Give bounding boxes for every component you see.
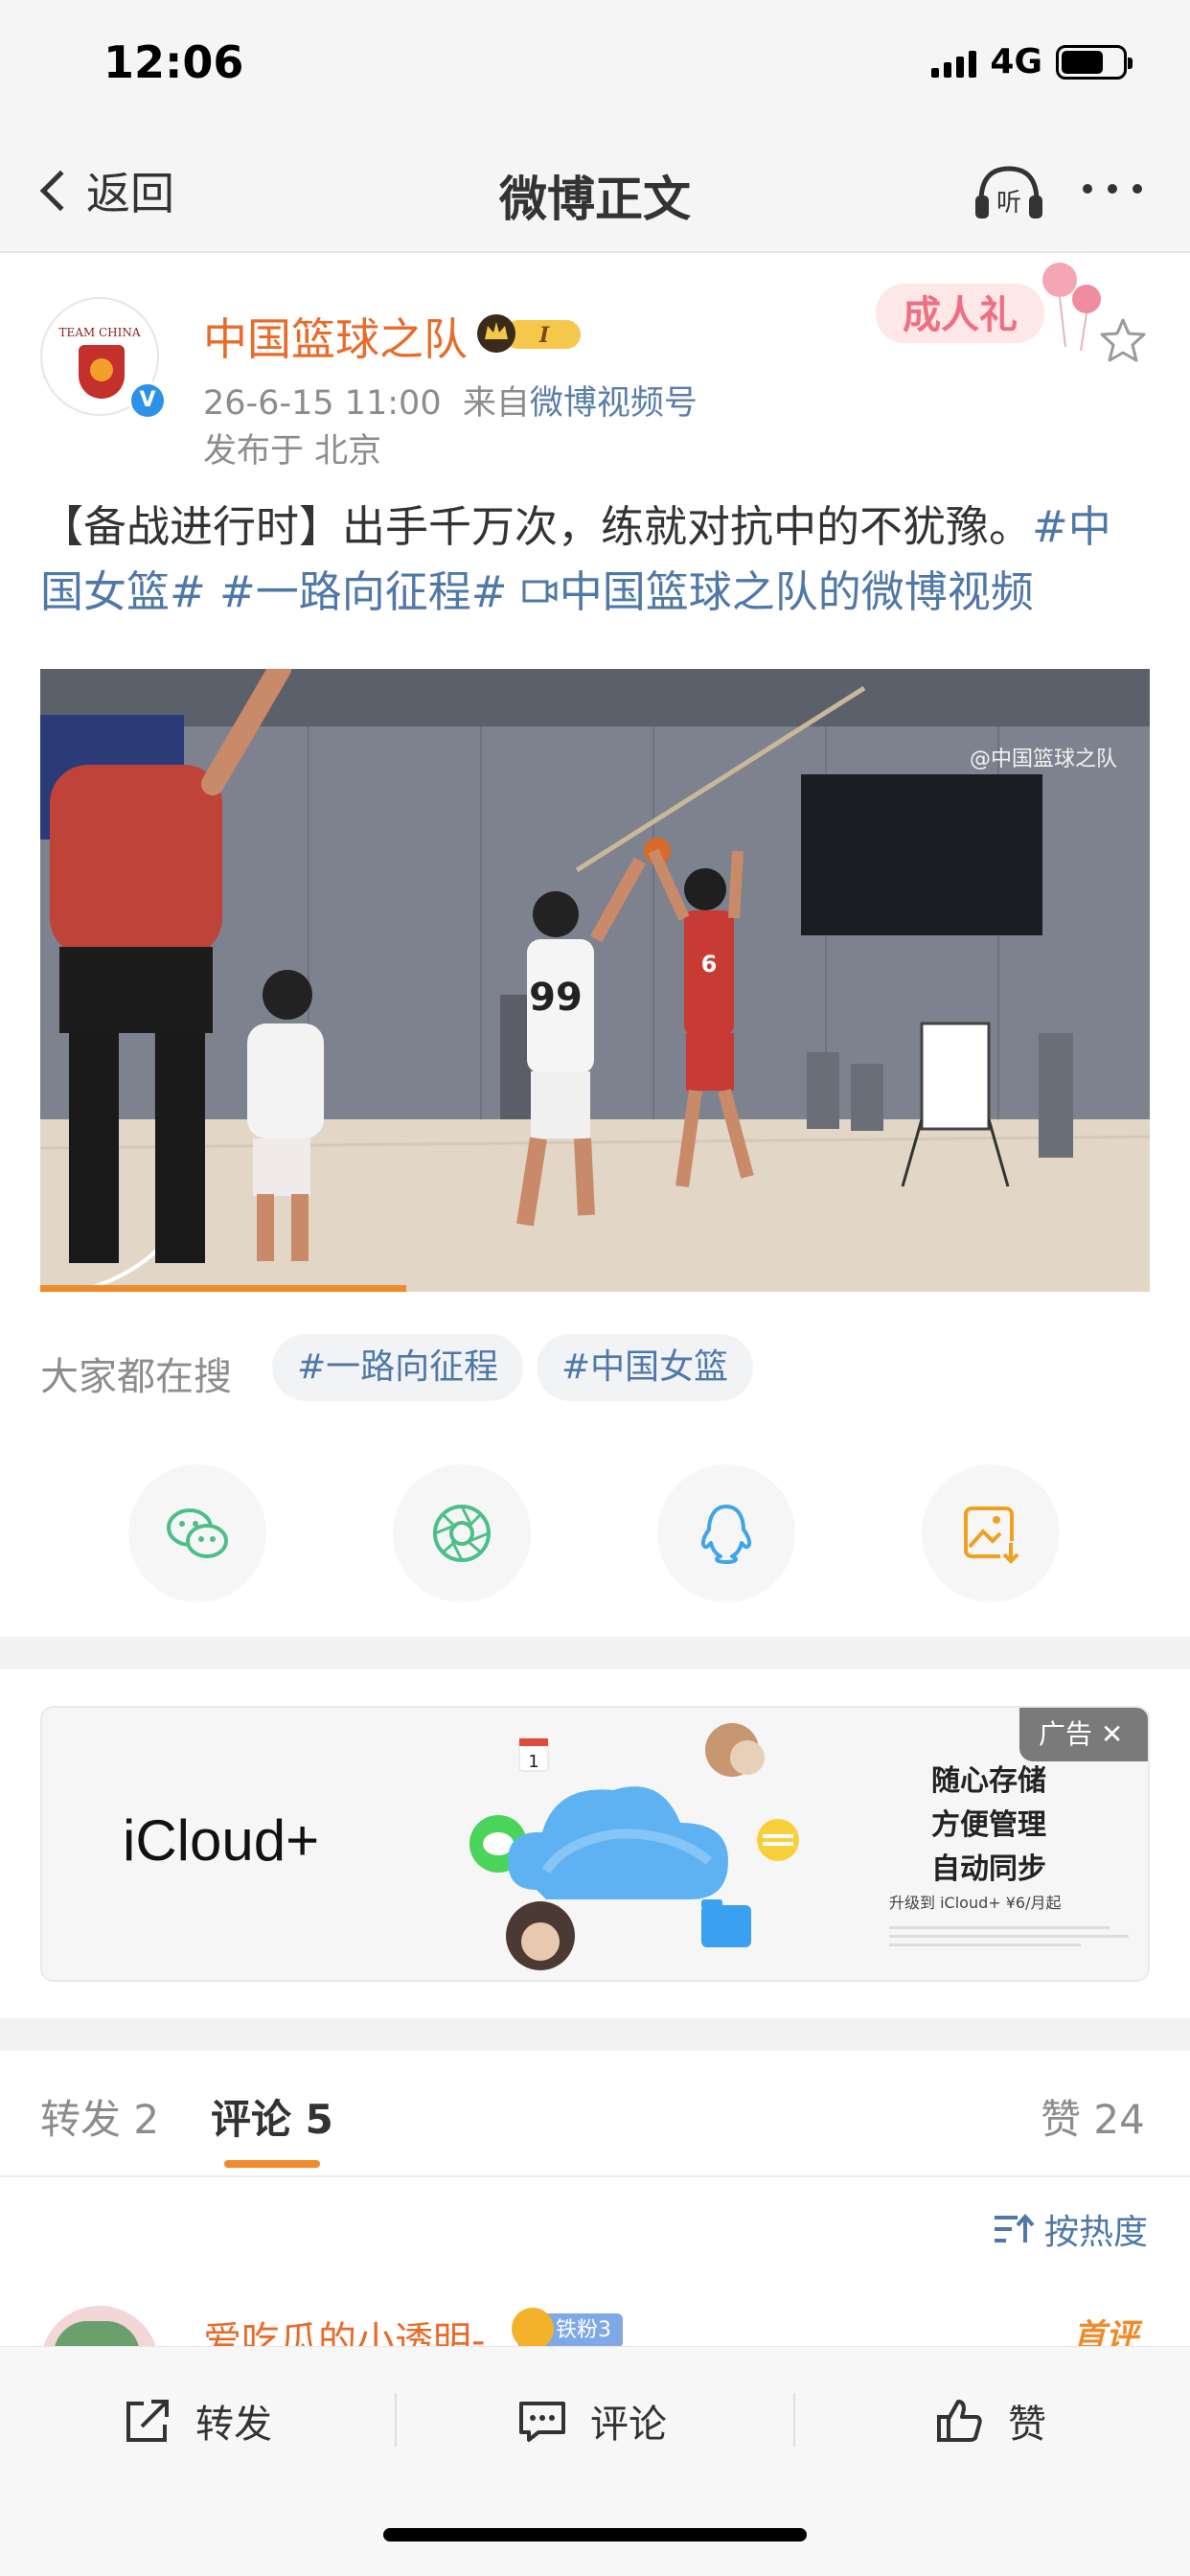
bar-separator (793, 2393, 795, 2447)
ad-copy: 随心存储 方便管理 自动同步 (912, 1760, 1065, 1892)
share-moments-button[interactable] (393, 1464, 531, 1602)
sort-label: 按热度 (1044, 2213, 1149, 2252)
svg-text:6: 6 (701, 951, 718, 978)
tab-comment[interactable]: 评论 5 (211, 2087, 333, 2146)
ad-copy-line: 随心存储 (931, 1764, 1046, 1798)
video-link-icon (522, 580, 558, 603)
basketball-icon (90, 358, 113, 381)
verified-icon: V (128, 381, 167, 420)
more-options-icon[interactable] (1083, 184, 1142, 194)
video-link-label: 中国篮球之队的微博视频 (559, 566, 1034, 617)
ad-fine-print (889, 1926, 1129, 1955)
section-divider (0, 1637, 1190, 1669)
thumbs-up-icon (937, 2400, 982, 2442)
section-divider (0, 2018, 1190, 2051)
battery-icon (1056, 44, 1133, 80)
source-prefix: 来自 (462, 384, 530, 423)
sort-icon (995, 2213, 1035, 2242)
moments-icon (433, 1505, 491, 1562)
ad-brand: iCloud+ (123, 1808, 320, 1873)
ad-price-note: 升级到 iCloud+ ¥6/月起 (889, 1894, 1062, 1912)
tab-repost[interactable]: 转发 2 (40, 2087, 159, 2146)
post-meta: 26-6-15 11:00 来自微博视频号 (203, 376, 698, 425)
listen-icon[interactable]: 听 (973, 163, 1044, 222)
hot-search-chip[interactable]: #中国女篮 (537, 1334, 754, 1401)
status-bar: 12:06 4G (0, 0, 1190, 126)
hot-search-label: 大家都在搜 (40, 1355, 232, 1399)
member-crown-icon[interactable]: I (475, 312, 584, 355)
nav-bar: 返回 微博正文 听 (0, 126, 1190, 253)
wechat-icon (167, 1508, 228, 1558)
close-icon: ✕ (1100, 1718, 1124, 1750)
image-watermark: @中国篮球之队 (969, 748, 1117, 771)
sort-by-hot-button[interactable]: 按热度 (993, 2204, 1148, 2254)
active-tab-indicator (224, 2160, 320, 2168)
fan-level-badge: 铁粉3 (512, 2308, 623, 2350)
post-video-thumbnail[interactable]: 99 6 @中国篮球之队 (40, 669, 1150, 1292)
repost-label: 转发 (195, 2403, 272, 2447)
ad-copy-line: 自动同步 (931, 1852, 1046, 1886)
save-image-button[interactable] (922, 1464, 1060, 1602)
bottom-action-bar: 转发 评论 赞 (0, 2346, 1190, 2576)
hashtag-link[interactable]: #一路向征程# (219, 566, 507, 617)
comment-label: 评论 (590, 2403, 667, 2447)
svg-text:1: 1 (528, 1752, 538, 1772)
sticker-text: 成人礼 (903, 293, 1018, 337)
favorite-star-icon[interactable] (1098, 316, 1148, 364)
member-level: I (538, 323, 550, 348)
qq-icon (700, 1505, 752, 1564)
video-link[interactable]: 中国篮球之队的微博视频 (521, 566, 1034, 617)
post-body: 【备战进行时】出手千万次，练就对抗中的不犹豫。#中国女篮# #一路向征程# 中国… (40, 494, 1152, 625)
save-image-icon (964, 1506, 1021, 1564)
svg-text:99: 99 (529, 976, 583, 1020)
ad-tag-label: 广告 (1039, 1718, 1093, 1750)
ad-copy-line: 方便管理 (931, 1808, 1046, 1842)
post-time: 26-6-15 11:00 (203, 384, 442, 423)
bar-separator (395, 2393, 397, 2447)
post-source-link[interactable]: 微博视频号 (530, 384, 698, 423)
like-button[interactable]: 赞 (935, 2393, 1046, 2449)
comment-icon (519, 2402, 565, 2442)
post-text-plain: 【备战进行时】出手千万次，练就对抗中的不犹豫。 (40, 501, 1033, 552)
listen-label: 听 (996, 189, 1021, 218)
post-location: 发布于 北京 (203, 432, 382, 471)
tab-like[interactable]: 赞 24 (1041, 2087, 1145, 2146)
ad-close-button[interactable]: 广告 ✕ (1019, 1708, 1148, 1761)
coming-of-age-sticker: 成人礼 (876, 263, 1101, 352)
status-indicators: 4G (931, 42, 1133, 81)
fan-crown-icon (512, 2308, 554, 2350)
icloud-illustration: 1 (469, 1723, 799, 1970)
comment-button[interactable]: 评论 (517, 2393, 667, 2449)
share-qq-button[interactable] (657, 1464, 795, 1602)
ad-banner[interactable]: iCloud+ 1 广告 ✕ 随心存储 方便管理 自动同步 升级到 iCloud… (40, 1706, 1150, 1982)
like-label: 赞 (1008, 2403, 1046, 2447)
fan-badge-label: 铁粉3 (556, 2318, 611, 2342)
repost-icon (126, 2400, 169, 2442)
video-progress-bar (40, 1285, 407, 1292)
home-indicator[interactable] (383, 2528, 807, 2542)
feedback-tabs: 转发 2 评论 5 赞 24 (0, 2051, 1190, 2177)
author-name[interactable]: 中国篮球之队 (203, 305, 468, 368)
share-wechat-button[interactable] (128, 1464, 266, 1602)
cellular-signal-icon (931, 47, 977, 78)
repost-button[interactable]: 转发 (123, 2393, 272, 2449)
avatar-label: TEAM CHINA (58, 326, 141, 339)
status-time: 12:06 (103, 36, 244, 88)
hot-search-chip[interactable]: #一路向征程 (272, 1334, 524, 1401)
network-type: 4G (990, 42, 1042, 81)
